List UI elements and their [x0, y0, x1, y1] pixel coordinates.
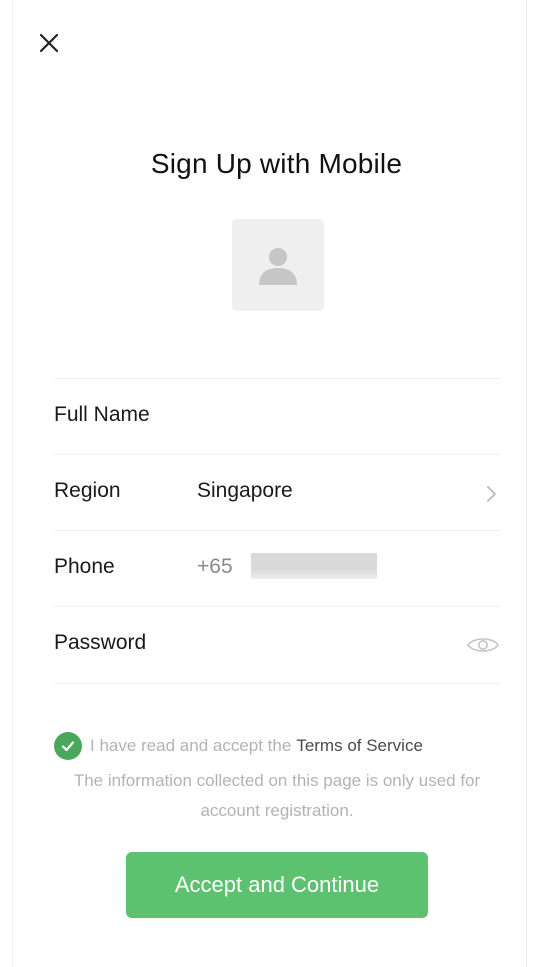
- region-row[interactable]: Region Singapore: [54, 454, 500, 530]
- password-row[interactable]: Password: [54, 606, 500, 684]
- person-silhouette-icon: [259, 248, 297, 285]
- close-button[interactable]: [32, 26, 66, 60]
- region-label: Region: [54, 479, 121, 502]
- frame-border-right: [526, 0, 527, 967]
- region-value: Singapore: [197, 479, 293, 502]
- eye-icon[interactable]: [466, 634, 500, 656]
- terms-of-service-link[interactable]: Terms of Service: [296, 736, 423, 756]
- password-input[interactable]: [197, 621, 450, 667]
- password-label: Password: [54, 631, 147, 654]
- checkmark-icon: [61, 741, 75, 752]
- phone-row[interactable]: Phone +65: [54, 530, 500, 606]
- frame-border-left: [12, 0, 13, 967]
- avatar-upload[interactable]: [232, 219, 324, 311]
- agree-checkbox[interactable]: [54, 732, 82, 760]
- phone-number-redacted[interactable]: [251, 553, 377, 579]
- accept-continue-button[interactable]: Accept and Continue: [126, 852, 428, 918]
- page-title: Sign Up with Mobile: [150, 148, 403, 179]
- full-name-input[interactable]: [197, 393, 450, 439]
- country-code[interactable]: +65: [197, 555, 233, 579]
- terms-agreement: I have read and accept the Terms of Serv…: [54, 732, 504, 760]
- full-name-label: Full Name: [54, 403, 150, 426]
- chevron-right-icon: [487, 486, 496, 502]
- full-name-row[interactable]: Full Name: [54, 378, 500, 454]
- close-icon: [39, 33, 59, 53]
- signup-form: Full Name Region Singapore Phone +65 Pas…: [54, 378, 500, 684]
- phone-label: Phone: [54, 555, 115, 578]
- agreement-text: I have read and accept the: [90, 736, 292, 755]
- privacy-info: The information collected on this page i…: [73, 771, 481, 820]
